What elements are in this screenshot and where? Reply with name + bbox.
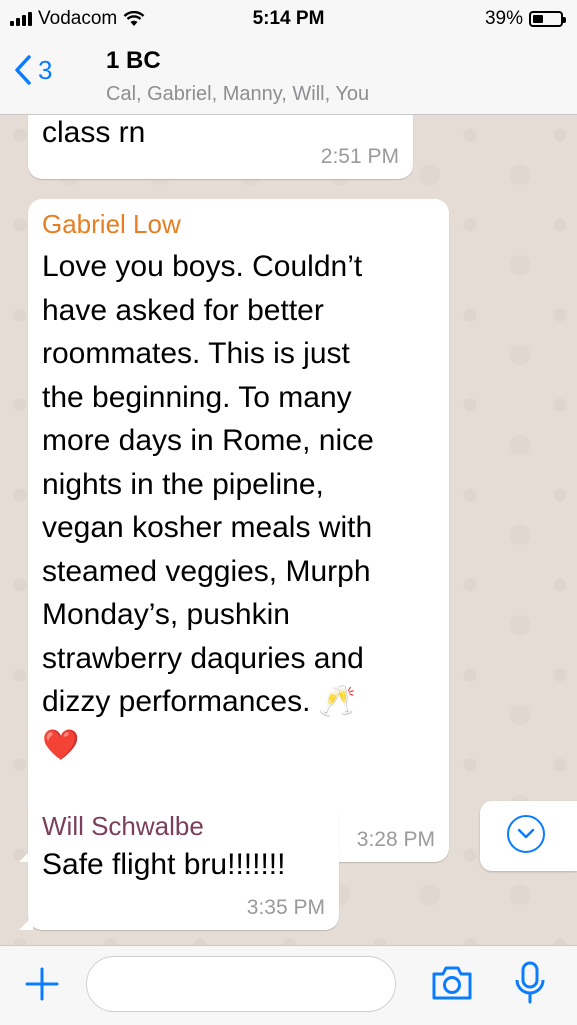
message-line: dizzy performances. 🥂 xyxy=(42,685,357,718)
chat-title[interactable]: 1 BC xyxy=(106,47,161,75)
message-line: have asked for better xyxy=(42,293,324,327)
message-line: roommates. This is just xyxy=(42,337,350,370)
message-list[interactable]: class rn 2:51 PM Gabriel Low Love you bo… xyxy=(0,115,577,945)
back-button[interactable]: 3 xyxy=(14,54,52,86)
message-time: 3:28 PM xyxy=(356,828,435,851)
message-line: the beginning. To many xyxy=(42,380,352,414)
microphone-icon[interactable] xyxy=(514,960,546,1006)
scroll-down-icon xyxy=(507,815,545,853)
battery-icon xyxy=(529,11,566,27)
message-text: Love you boys. Couldn’t have asked for b… xyxy=(42,245,442,767)
message-text: Safe flight bru!!!!!!! xyxy=(42,848,286,881)
message-line: nights in the pipeline, xyxy=(42,467,324,501)
message-line: strawberry daquries and xyxy=(42,641,364,675)
back-chevron-icon xyxy=(15,55,31,85)
message-time: 3:35 PM xyxy=(246,896,325,919)
sender-name[interactable]: Gabriel Low xyxy=(42,209,181,240)
message-bubble[interactable]: Gabriel Low Love you boys. Couldn’t have… xyxy=(19,199,449,862)
message-line: vegan kosher meals with xyxy=(42,511,373,544)
plus-icon[interactable] xyxy=(24,966,60,1002)
status-bar: Vodacom 5:14 PM 39% xyxy=(0,0,577,38)
scroll-to-bottom-button[interactable] xyxy=(480,801,577,871)
battery-percent: 39% xyxy=(484,8,523,29)
message-line: ❤️ xyxy=(42,728,80,762)
message-bubble[interactable]: class rn 2:51 PM xyxy=(28,115,413,179)
chat-participants[interactable]: Cal, Gabriel, Manny, Will, You xyxy=(106,83,369,106)
message-input[interactable] xyxy=(86,956,396,1012)
message-text: class rn xyxy=(42,116,146,149)
message-bubble[interactable]: Will Schwalbe Safe flight bru!!!!!!! 3:3… xyxy=(19,801,339,930)
input-bar xyxy=(0,945,577,1025)
message-line: Monday’s, pushkin xyxy=(42,598,290,631)
battery-group: 39% xyxy=(484,8,566,30)
message-line: Love you boys. Couldn’t xyxy=(42,250,363,283)
chat-header: 3 1 BC Cal, Gabriel, Manny, Will, You xyxy=(0,38,577,115)
bubble-tail xyxy=(19,916,33,930)
message-time: 2:51 PM xyxy=(320,145,399,168)
sender-name[interactable]: Will Schwalbe xyxy=(42,811,204,842)
message-line: steamed veggies, Murph xyxy=(42,554,371,588)
unread-count: 3 xyxy=(38,54,53,85)
message-line: more days in Rome, nice xyxy=(42,424,374,457)
battery-fill xyxy=(533,15,544,23)
camera-icon[interactable] xyxy=(430,964,474,1002)
